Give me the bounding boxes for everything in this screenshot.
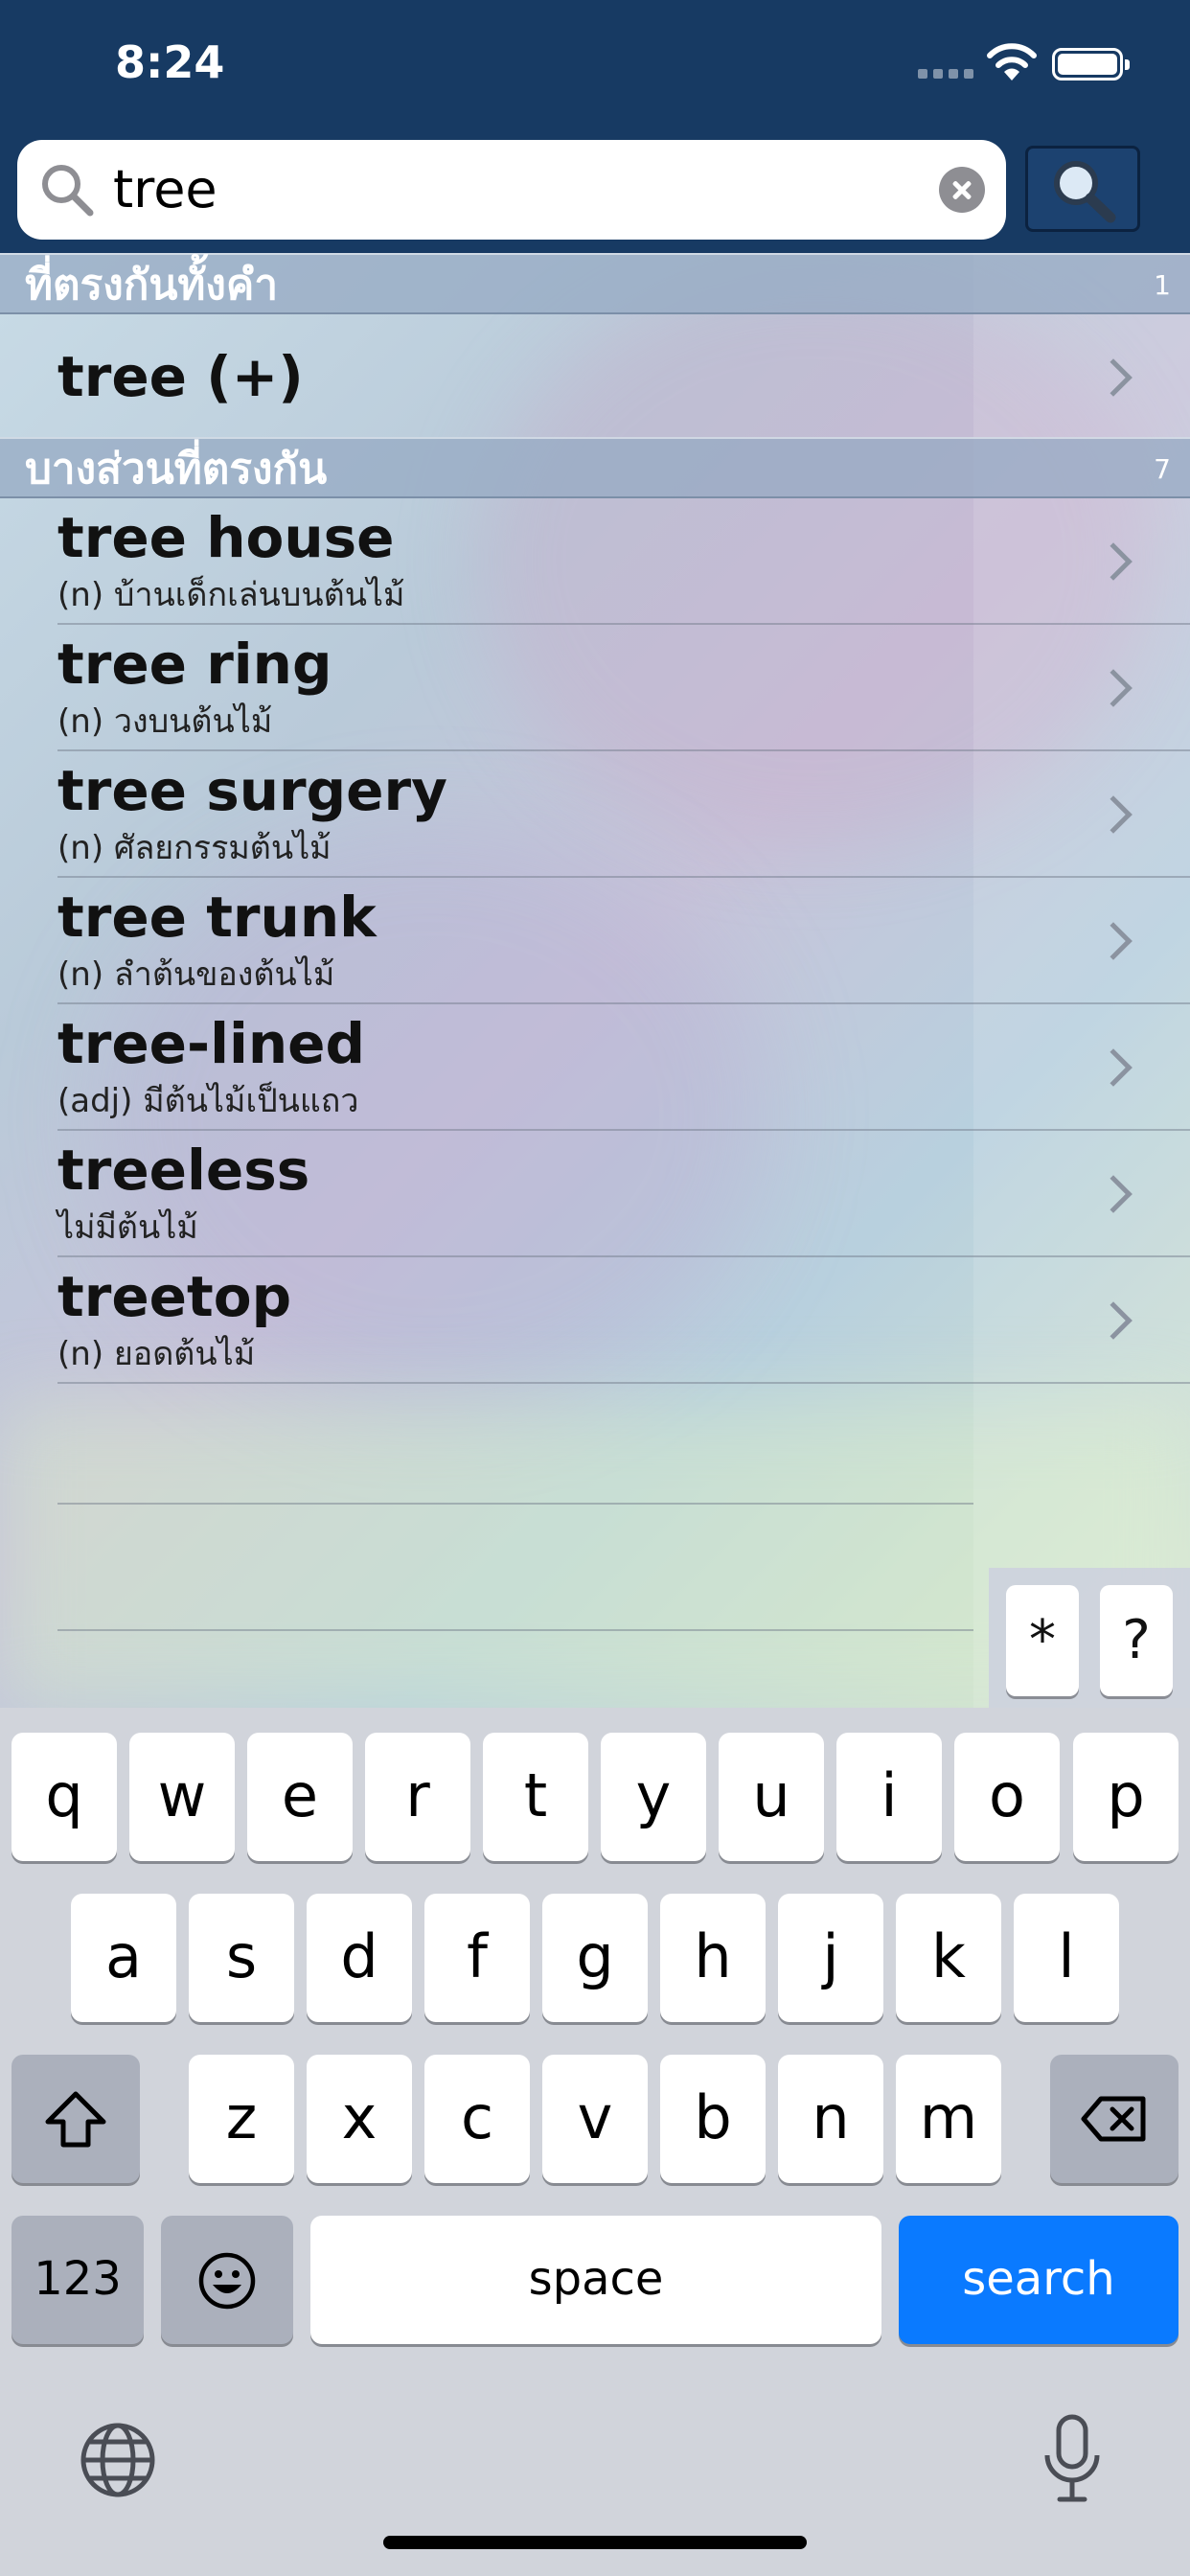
chevron-right-icon [1094, 358, 1133, 397]
key-r[interactable]: r [365, 1733, 470, 1861]
numbers-key[interactable]: 123 [11, 2216, 144, 2344]
key-u[interactable]: u [719, 1733, 824, 1861]
list-item[interactable]: treeless ไม่มีต้นไม้ [0, 1131, 1190, 1257]
key-w[interactable]: w [129, 1733, 235, 1861]
key-b[interactable]: b [660, 2055, 766, 2183]
entry-word: tree ring [57, 632, 332, 697]
wifi-icon [987, 43, 1037, 80]
key-h[interactable]: h [660, 1894, 766, 2022]
emoji-icon [198, 2252, 256, 2310]
entry-word: tree house [57, 505, 395, 570]
key-a[interactable]: a [71, 1894, 176, 2022]
list-item[interactable]: tree surgery (n) ศัลยกรรมต้นไม้ [0, 751, 1190, 878]
entry-word: treeless [57, 1138, 310, 1203]
key-x[interactable]: x [307, 2055, 412, 2183]
key-p[interactable]: p [1073, 1733, 1179, 1861]
emoji-key[interactable] [161, 2216, 293, 2344]
entry-definition: (adj) มีต้นไม้เป็นแถว [57, 1082, 359, 1120]
cellular-signal-icon [918, 69, 973, 79]
key-z[interactable]: z [189, 2055, 294, 2183]
entry-definition: (n) ยอดต้นไม้ [57, 1335, 256, 1373]
entry-definition: (n) ลำต้นของต้นไม้ [57, 955, 335, 994]
chevron-right-icon [1094, 1175, 1133, 1213]
key-k[interactable]: k [896, 1894, 1001, 2022]
entry-definition: ไม่มีต้นไม้ [57, 1208, 198, 1247]
battery-icon [1052, 48, 1130, 80]
search-icon [42, 165, 94, 217]
entry-definition: (n) ศัลยกรรมต้นไม้ [57, 829, 332, 867]
results-list[interactable]: ที่ตรงกันทั้งคำ 1 tree (+) บางส่วนที่ตรง… [0, 253, 1190, 1708]
key-c[interactable]: c [424, 2055, 530, 2183]
list-item[interactable]: tree ring (n) วงบนต้นไม้ [0, 625, 1190, 751]
question-mark-key[interactable]: ? [1100, 1585, 1173, 1696]
wildcard-bar: * ? [989, 1568, 1190, 1708]
entry-word: treetop [57, 1264, 292, 1329]
divider [57, 1629, 973, 1631]
key-d[interactable]: d [307, 1894, 412, 2022]
keyboard: q w e r t y u i o p a s d f g h j k l z … [0, 1708, 1190, 2576]
space-key[interactable]: space [310, 2216, 881, 2344]
list-item[interactable]: tree (+) [0, 314, 1190, 439]
backspace-key[interactable] [1050, 2055, 1179, 2183]
key-o[interactable]: o [954, 1733, 1060, 1861]
search-input[interactable] [113, 155, 937, 224]
entry-word: tree (+) [57, 344, 304, 409]
backspace-icon [1081, 2096, 1146, 2142]
key-s[interactable]: s [189, 1894, 294, 2022]
key-y[interactable]: y [601, 1733, 706, 1861]
divider [57, 1503, 973, 1505]
chevron-right-icon [1094, 669, 1133, 707]
microphone-icon[interactable] [1041, 2413, 1104, 2505]
globe-icon[interactable] [79, 2421, 157, 2499]
key-m[interactable]: m [896, 2055, 1001, 2183]
search-button[interactable] [1025, 146, 1140, 232]
section-header-partial: บางส่วนที่ตรงกัน 7 [0, 437, 1190, 498]
chevron-right-icon [1094, 1301, 1133, 1340]
chevron-right-icon [1094, 1048, 1133, 1087]
home-indicator [383, 2536, 807, 2549]
key-n[interactable]: n [778, 2055, 883, 2183]
key-g[interactable]: g [542, 1894, 648, 2022]
section-count: 1 [1154, 269, 1171, 301]
chevron-right-icon [1094, 542, 1133, 581]
magnifier-icon [1054, 161, 1116, 223]
entry-definition: (n) บ้านเด็กเล่นบนต้นไม้ [57, 576, 405, 614]
key-e[interactable]: e [247, 1733, 353, 1861]
section-header-exact: ที่ตรงกันทั้งคำ 1 [0, 253, 1190, 314]
asterisk-key[interactable]: * [1006, 1585, 1079, 1696]
entry-word: tree trunk [57, 885, 377, 950]
shift-icon [45, 2091, 106, 2148]
key-v[interactable]: v [542, 2055, 648, 2183]
list-item[interactable]: treetop (n) ยอดต้นไม้ [0, 1257, 1190, 1384]
search-bar[interactable] [17, 140, 1006, 240]
chevron-right-icon [1094, 922, 1133, 960]
status-time: 8:24 [115, 36, 225, 88]
key-f[interactable]: f [424, 1894, 530, 2022]
key-j[interactable]: j [778, 1894, 883, 2022]
list-item[interactable]: tree trunk (n) ลำต้นของต้นไม้ [0, 878, 1190, 1004]
entry-word: tree surgery [57, 758, 447, 823]
entry-definition: (n) วงบนต้นไม้ [57, 702, 273, 741]
section-count: 7 [1154, 453, 1171, 485]
chevron-right-icon [1094, 795, 1133, 834]
key-q[interactable]: q [11, 1733, 117, 1861]
key-i[interactable]: i [836, 1733, 942, 1861]
list-item[interactable]: tree house (n) บ้านเด็กเล่นบนต้นไม้ [0, 498, 1190, 625]
shift-key[interactable] [11, 2055, 140, 2183]
clear-search-icon[interactable] [939, 167, 985, 213]
key-t[interactable]: t [483, 1733, 588, 1861]
entry-word: tree-lined [57, 1011, 365, 1076]
search-key[interactable]: search [899, 2216, 1179, 2344]
navigation-bar: 8:24 [0, 0, 1190, 253]
list-item[interactable]: tree-lined (adj) มีต้นไม้เป็นแถว [0, 1004, 1190, 1131]
key-l[interactable]: l [1014, 1894, 1119, 2022]
